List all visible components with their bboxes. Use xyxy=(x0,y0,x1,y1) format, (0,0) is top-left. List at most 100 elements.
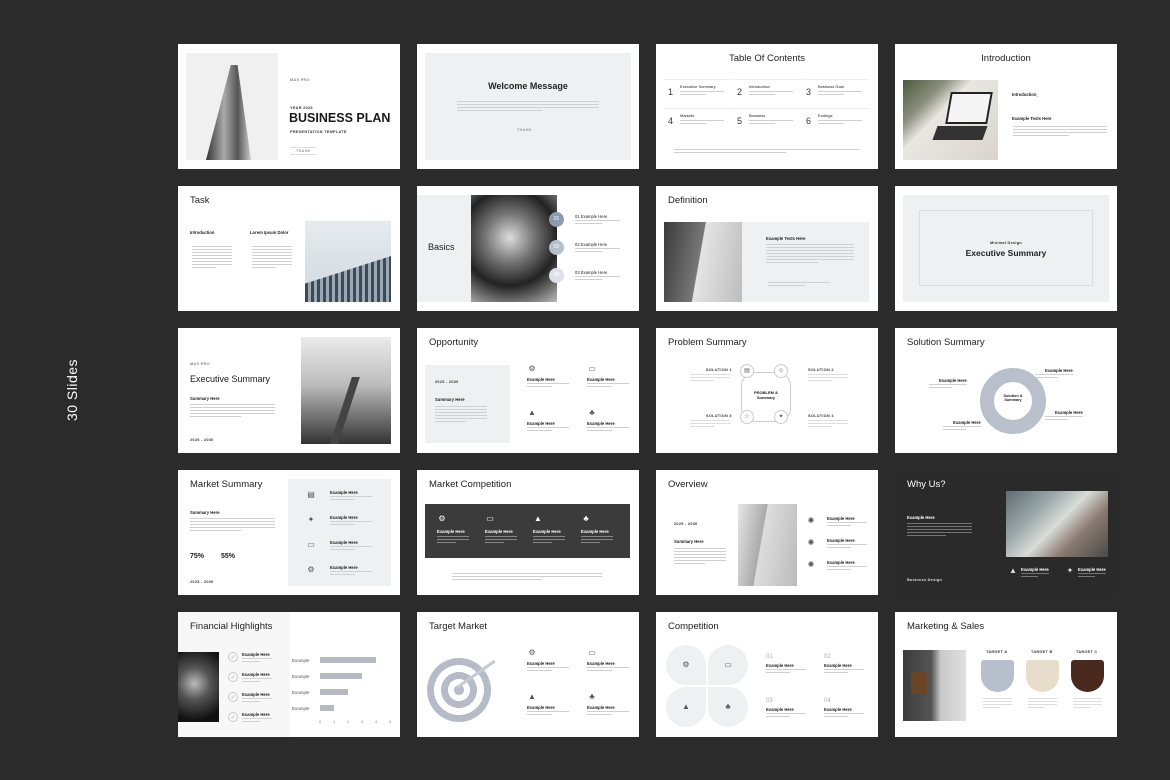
thank-button[interactable]: THANK xyxy=(517,128,532,132)
slide-task[interactable]: Task Introduction Lorem Ipsum Dolor xyxy=(178,186,400,311)
text-lines xyxy=(929,384,967,390)
slide-market-competition[interactable]: Market Competition ⚙ Example Here ▭ Example… xyxy=(417,470,639,595)
text-line xyxy=(1013,126,1107,127)
toc-number: 2 xyxy=(737,87,743,97)
slide-title: Problem Summary xyxy=(668,337,747,348)
target-label: TARGET A xyxy=(986,650,1008,654)
text-lines xyxy=(242,658,272,664)
text-line xyxy=(766,713,806,714)
solution-icon: ✦ xyxy=(774,410,788,424)
team-icon: ⚙ xyxy=(438,514,446,523)
text-line xyxy=(190,521,275,522)
text-line xyxy=(1073,707,1091,708)
slide-solution-summary[interactable]: Solution Summary Solution & Summary Exam… xyxy=(895,328,1117,453)
text-line xyxy=(1021,576,1038,577)
text-line xyxy=(1073,701,1102,702)
people-icon: ♣ xyxy=(589,692,595,701)
years-label: 2025 - 2030 xyxy=(190,580,214,584)
portrait-photo xyxy=(178,652,219,722)
toc-item[interactable]: 2 Introduction xyxy=(733,79,801,105)
text-line xyxy=(808,423,848,424)
text-lines xyxy=(808,374,848,383)
item-title: Example Here xyxy=(1045,368,1073,373)
text-line xyxy=(587,670,613,671)
slide-title: Why Us? xyxy=(907,479,946,490)
text-line xyxy=(252,264,292,265)
text-line xyxy=(818,91,862,92)
text-line xyxy=(452,573,602,574)
slide-executive-summary-cover[interactable]: Minimal Design Executive Summary xyxy=(895,186,1117,311)
text-lines xyxy=(680,91,724,97)
slide-target-market[interactable]: Target Market ⚙ Example Here ▭ Example Here… xyxy=(417,612,639,737)
text-lines xyxy=(452,573,602,582)
column-heading: Lorem Ipsum Dolor xyxy=(250,230,289,235)
toc-item[interactable]: 6 Endings xyxy=(802,108,870,134)
year-label: YEAR 2025 xyxy=(290,106,313,110)
slide-basics[interactable]: Basics 01 01 Example Here 02 02 Example Her… xyxy=(417,186,639,311)
check-circle-icon: ✓ xyxy=(228,712,238,722)
text-lines xyxy=(485,536,517,545)
text-lines xyxy=(330,496,372,502)
slide-why-us[interactable]: Why Us? Example Here Business Design ▲ Ex… xyxy=(895,470,1117,595)
slide-title: Welcome Message xyxy=(488,81,568,91)
slide-title: Financial Highlights xyxy=(190,621,273,632)
text-lines xyxy=(587,383,629,389)
text-line xyxy=(575,279,602,280)
petal: ▲ xyxy=(666,687,706,727)
step-label: 01 Example Here xyxy=(575,214,608,219)
thank-button[interactable]: THANK xyxy=(290,147,317,155)
section-heading: Summary Here xyxy=(435,397,465,402)
text-line xyxy=(527,667,569,668)
text-line xyxy=(330,574,356,575)
text-lines xyxy=(690,374,730,383)
slide-problem-summary[interactable]: Problem Summary PROBLEM & Summary SOLUTI… xyxy=(656,328,878,453)
slide-financial-highlights[interactable]: Financial Highlights Example Example Examp… xyxy=(178,612,400,737)
slide-executive-summary[interactable]: MAX PRO Executive Summary Summary Here 2… xyxy=(178,328,400,453)
target-label: TARGET B xyxy=(1031,650,1053,654)
text-line xyxy=(768,282,830,283)
text-line xyxy=(1013,132,1107,133)
text-line xyxy=(674,563,706,564)
slide-competition[interactable]: Competition ⚙ ▭ ▲ ♣ 01 Example Here 02 Example … xyxy=(656,612,878,737)
text-line xyxy=(1028,707,1046,708)
item-number: 03 xyxy=(766,698,773,704)
text-line xyxy=(242,678,272,679)
slide-welcome[interactable]: Welcome Message THANK xyxy=(417,44,639,169)
slide-marketing-sales[interactable]: Marketing & Sales TARGET A TARGET B TARGET… xyxy=(895,612,1117,737)
center-label: PROBLEM & Summary xyxy=(754,390,778,400)
slide-overview[interactable]: Overview 2025 - 2030 Summary Here ✺ Examp… xyxy=(656,470,878,595)
slide-title: Overview xyxy=(668,479,708,490)
slide-introduction[interactable]: Introduction Introduction_ Example Texts… xyxy=(895,44,1117,169)
toc-item[interactable]: 1 Executive Summary xyxy=(664,79,732,105)
section-heading: Example Here xyxy=(907,515,935,520)
toc-item[interactable]: 5 Business xyxy=(733,108,801,134)
text-lines xyxy=(1021,573,1049,579)
slide-business-plan[interactable]: MAX PRO YEAR 2025 BUSINESS PLAN PRESENTA… xyxy=(178,44,400,169)
slide-opportunity[interactable]: Opportunity 2025 - 2030 Summary Here ⚙ Ex… xyxy=(417,328,639,453)
slide-title: Executive Summary xyxy=(965,248,1047,258)
slide-definition[interactable]: Definition Example Texts Here xyxy=(656,186,878,311)
toc-item[interactable]: 3 Business Goal xyxy=(802,79,870,105)
item-title: Example Here xyxy=(242,692,270,697)
text-lines xyxy=(768,282,830,288)
text-lines xyxy=(437,536,469,545)
text-line xyxy=(766,244,854,245)
text-line xyxy=(907,535,946,536)
bulb-icon: ✦ xyxy=(307,515,315,524)
x-tick-label: 2 xyxy=(347,719,350,724)
text-line xyxy=(581,542,601,543)
x-tick-label: 4 xyxy=(375,719,378,724)
x-tick-label: 3 xyxy=(361,719,364,724)
text-line xyxy=(587,667,629,668)
slide-market-summary[interactable]: Market Summary Summary Here 75% 55% 2025… xyxy=(178,470,400,595)
toc-item[interactable]: 4 Markets xyxy=(664,108,732,134)
slide-title: Competition xyxy=(668,621,719,632)
text-line xyxy=(435,418,487,419)
target-shield xyxy=(1071,660,1104,692)
toc-number: 1 xyxy=(668,87,674,97)
text-line xyxy=(330,524,356,525)
slide-table-of-contents[interactable]: Table Of Contents 1 Executive Summary 2 Int… xyxy=(656,44,878,169)
text-line xyxy=(766,256,854,257)
text-line xyxy=(435,409,487,410)
text-line xyxy=(690,380,714,381)
